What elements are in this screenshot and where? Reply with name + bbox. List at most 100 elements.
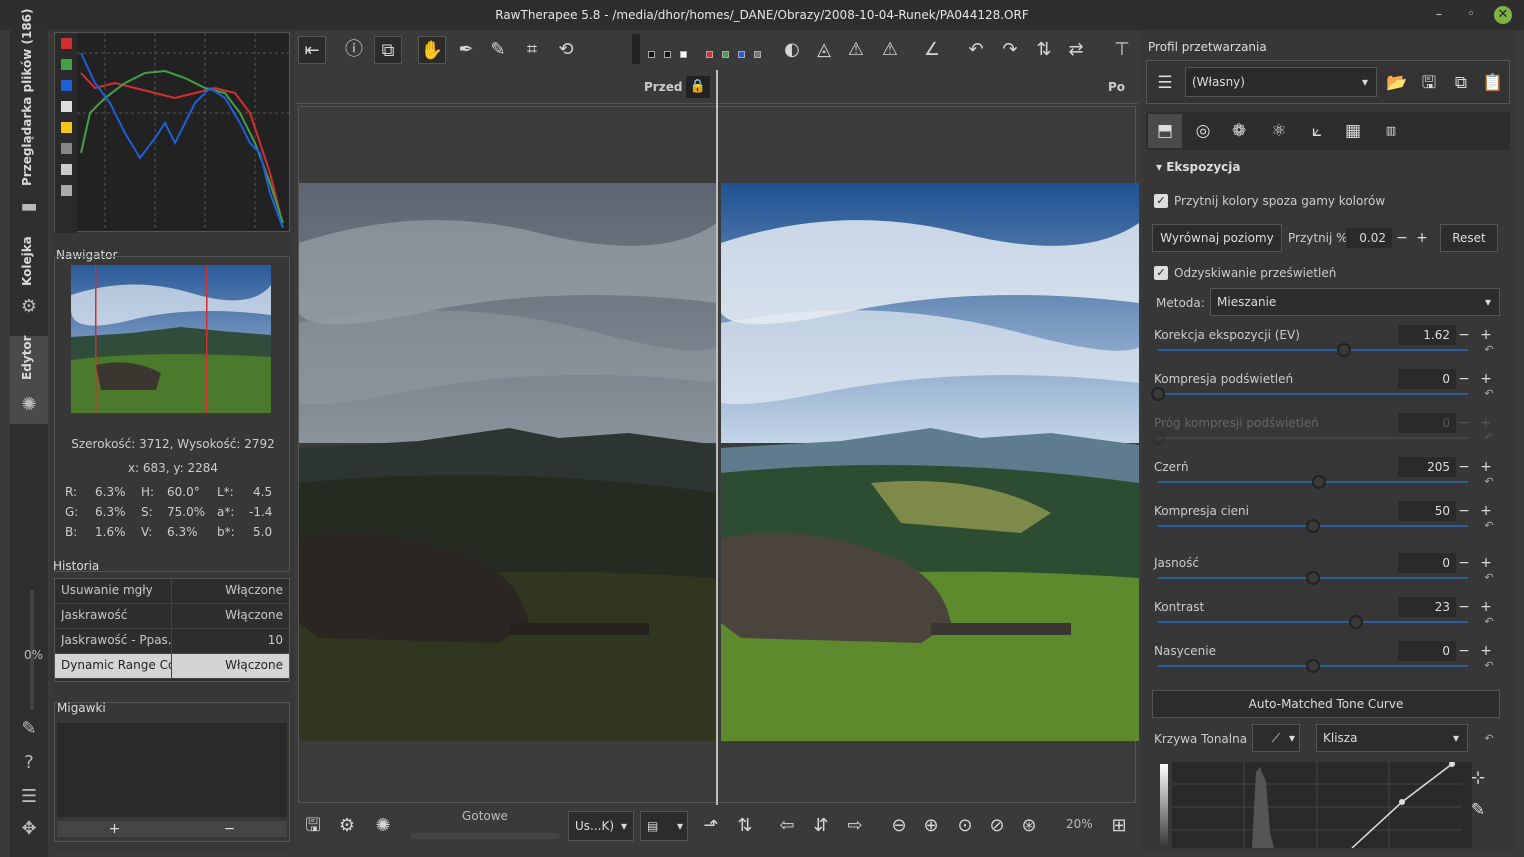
- reset-button[interactable]: Reset: [1440, 224, 1498, 252]
- hand-tool-icon[interactable]: ✋: [418, 36, 446, 64]
- save-icon[interactable]: 🖫: [300, 813, 326, 839]
- slider-value-input[interactable]: 0: [1398, 369, 1456, 389]
- soft-proof-toggle-icon[interactable]: ⇅: [732, 813, 758, 839]
- dark-swatch[interactable]: [664, 51, 671, 58]
- slider-knob[interactable]: [1349, 615, 1364, 629]
- auto-tone-curve-button[interactable]: Auto-Matched Tone Curve: [1152, 690, 1500, 718]
- slider-value-input[interactable]: 0: [1398, 553, 1456, 573]
- slider-knob[interactable]: [1312, 475, 1327, 489]
- rotate-right-icon[interactable]: ↷: [996, 36, 1024, 64]
- crop-icon[interactable]: ⌗: [518, 36, 546, 64]
- history-row[interactable]: Jaskrawość - Ppas... 10: [55, 629, 289, 654]
- exposure-tab-icon[interactable]: ⬒: [1148, 114, 1182, 148]
- clip-decrease-button[interactable]: −: [1394, 228, 1410, 248]
- zoom-100-icon[interactable]: ⊛: [1016, 813, 1042, 839]
- gamut-check-icon[interactable]: ⬏: [698, 813, 724, 839]
- maximize-button[interactable]: ◦: [1462, 6, 1480, 24]
- zoom-crop-icon[interactable]: ⊘: [984, 813, 1010, 839]
- history-row-selected[interactable]: Dynamic Range Co... Włączone: [55, 654, 289, 679]
- metadata-tab-icon[interactable]: ▥: [1374, 114, 1408, 148]
- black-swatch[interactable]: [648, 51, 655, 58]
- history-row[interactable]: Jaskrawość Włączone: [55, 604, 289, 629]
- slider-reset-icon[interactable]: ↶: [1482, 659, 1496, 673]
- queue-icon[interactable]: ⚙: [334, 813, 360, 839]
- clip-increase-button[interactable]: +: [1414, 228, 1430, 248]
- warning-highlights-icon[interactable]: ⚠: [876, 36, 904, 64]
- preferences-icon[interactable]: ☰: [18, 786, 40, 808]
- tab-batch-queue[interactable]: Kolejka ⚙: [10, 236, 48, 332]
- slider-value-input[interactable]: 205: [1398, 457, 1456, 477]
- slider-knob[interactable]: [1306, 659, 1320, 673]
- open-profile-icon[interactable]: 📂: [1383, 69, 1411, 97]
- lock-icon[interactable]: 🔒: [686, 76, 710, 98]
- new-detail-window-icon[interactable]: ⊞: [1106, 813, 1132, 839]
- shadow-clip-icon[interactable]: ◬: [810, 36, 838, 64]
- slider-reset-icon[interactable]: ↶: [1482, 343, 1496, 357]
- slider-value-input[interactable]: 0: [1398, 413, 1456, 433]
- luminance-preview-icon[interactable]: [754, 51, 761, 58]
- white-balance-picker-icon[interactable]: ✒: [452, 36, 480, 64]
- slider-increase-button[interactable]: +: [1478, 597, 1494, 617]
- slider-reset-icon[interactable]: ↶: [1482, 475, 1496, 489]
- slider-knob[interactable]: [1151, 431, 1165, 445]
- remove-snapshot-button[interactable]: −: [172, 821, 287, 837]
- slider-decrease-button[interactable]: −: [1456, 501, 1472, 521]
- tone-curve-graph[interactable]: [1172, 761, 1462, 849]
- highlight-recovery-checkbox[interactable]: ✓: [1154, 266, 1168, 280]
- fullscreen-icon[interactable]: ✥: [18, 818, 40, 840]
- previous-image-icon[interactable]: ⇦: [774, 813, 800, 839]
- straighten-icon[interactable]: ⟲: [552, 36, 580, 64]
- clip-percent-input[interactable]: 0.02: [1346, 228, 1392, 248]
- section-exposure-title[interactable]: ▾ Ekspozycja: [1156, 160, 1241, 174]
- slider-value-input[interactable]: 23: [1398, 597, 1456, 617]
- slider-track[interactable]: [1158, 349, 1468, 351]
- hide-top-panel-icon[interactable]: ⊤: [1108, 36, 1136, 64]
- slider-knob[interactable]: [1151, 387, 1165, 401]
- navigator-thumbnail[interactable]: [71, 265, 271, 413]
- slider-decrease-button[interactable]: −: [1456, 369, 1472, 389]
- blue-preview-icon[interactable]: [738, 51, 745, 58]
- before-after-icon[interactable]: ⧉: [374, 36, 402, 64]
- slider-decrease-button[interactable]: −: [1456, 413, 1472, 433]
- zoom-fit-icon[interactable]: ⊙: [952, 813, 978, 839]
- sync-icon[interactable]: ⇵: [808, 813, 834, 839]
- slider-reset-icon[interactable]: ↶: [1482, 615, 1496, 629]
- profile-select[interactable]: (Własny) ▾: [1185, 67, 1377, 97]
- slider-increase-button[interactable]: +: [1478, 501, 1494, 521]
- paste-profile-icon[interactable]: 📋: [1479, 69, 1507, 97]
- rotate-left-icon[interactable]: ↶: [962, 36, 990, 64]
- slider-knob[interactable]: [1306, 571, 1320, 585]
- tone-curve-mode-select[interactable]: Klisza ▾: [1316, 724, 1468, 752]
- minimize-button[interactable]: –: [1430, 6, 1448, 24]
- slider-value-input[interactable]: 50: [1398, 501, 1456, 521]
- zoom-in-icon[interactable]: ⊕: [918, 813, 944, 839]
- slider-decrease-button[interactable]: −: [1456, 597, 1472, 617]
- next-image-icon[interactable]: ⇨: [842, 813, 868, 839]
- method-select[interactable]: Mieszanie ▾: [1210, 288, 1500, 316]
- add-snapshot-button[interactable]: +: [57, 821, 172, 837]
- slider-increase-button[interactable]: +: [1478, 325, 1494, 345]
- zoom-out-icon[interactable]: ⊖: [886, 813, 912, 839]
- help-icon[interactable]: ?: [18, 752, 40, 774]
- add-edit-icon[interactable]: ✎: [18, 718, 40, 740]
- slider-decrease-button[interactable]: −: [1456, 641, 1472, 661]
- tone-curve-reset-icon[interactable]: ↶: [1482, 732, 1496, 746]
- before-image[interactable]: [299, 183, 717, 741]
- clip-colors-checkbox[interactable]: ✓: [1154, 194, 1168, 208]
- history-row[interactable]: Usuwanie mgły Włączone: [55, 579, 289, 604]
- output-profile-select[interactable]: Us...K) ▾: [568, 811, 634, 841]
- slider-reset-icon[interactable]: ↶: [1482, 431, 1496, 445]
- hide-left-panel-icon[interactable]: ⇤: [298, 36, 326, 64]
- slider-increase-button[interactable]: +: [1478, 369, 1494, 389]
- slider-increase-button[interactable]: +: [1478, 457, 1494, 477]
- color-picker-icon[interactable]: ✎: [484, 36, 512, 64]
- slider-reset-icon[interactable]: ↶: [1482, 387, 1496, 401]
- edit-point-icon[interactable]: ✎: [1464, 796, 1492, 824]
- slider-increase-button[interactable]: +: [1478, 641, 1494, 661]
- red-preview-icon[interactable]: [706, 51, 713, 58]
- tab-file-browser[interactable]: Przeglądarka plików (186) ▬: [10, 9, 48, 236]
- save-profile-icon[interactable]: 🖫: [1415, 69, 1443, 97]
- clip-colors-row[interactable]: ✓ Przytnij kolory spoza gamy kolorów: [1154, 194, 1498, 212]
- close-button[interactable]: ✕: [1494, 6, 1512, 24]
- slider-value-input[interactable]: 1.62: [1398, 325, 1456, 345]
